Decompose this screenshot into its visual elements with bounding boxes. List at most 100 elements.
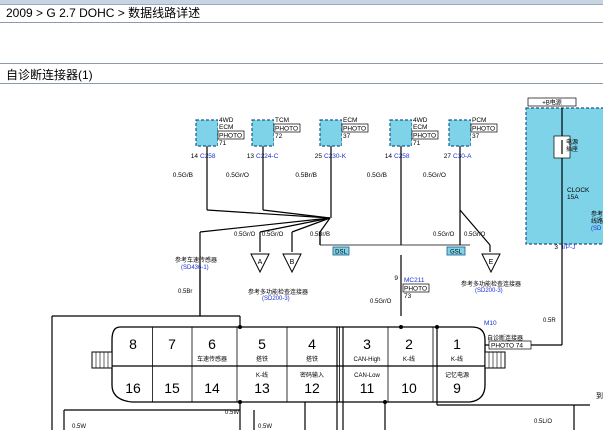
pin-label: K-线 (403, 355, 415, 363)
relay-label: 电源 (566, 138, 578, 146)
connector-id: C258 (394, 153, 410, 160)
connector-id: C30-A (453, 153, 472, 160)
power-label: +B电源 (542, 99, 562, 107)
pin-number: 11 (360, 380, 375, 396)
ref-text: 参考车速传感器 (175, 256, 217, 264)
pin-number: 15 (164, 380, 180, 396)
pin-number: 13 (247, 153, 255, 160)
pin-number: 14 (385, 153, 393, 160)
terminal-dot (399, 325, 403, 329)
pin-label: 记忆电源 (445, 371, 469, 379)
photo-label: PHOTO (472, 126, 495, 133)
module-box (195, 119, 219, 147)
pin-number: 1 (453, 336, 461, 352)
ref-code: (SD200-3) (475, 288, 503, 294)
photo-number: 71 (413, 140, 421, 147)
pin-label: CAN-High (353, 357, 380, 363)
pin-number: 5 (258, 336, 266, 352)
wire-spec: 0.5Br (178, 289, 192, 295)
pin-number: 10 (401, 380, 417, 396)
fuse-label: CLOCK (567, 187, 590, 194)
triangle-label: B (290, 259, 295, 266)
module-box (448, 119, 472, 147)
module-name: 4WD (219, 117, 234, 124)
ref-code: (SD200-3) (262, 296, 290, 302)
pin-number: 9 (453, 380, 461, 396)
photo-number: 72 (275, 133, 283, 140)
edge-text: 到 (596, 392, 603, 400)
ref-code: (SD (591, 226, 602, 232)
pin-number: 14 (191, 153, 199, 160)
pin-number: 3 (363, 336, 371, 352)
connector-id: C230-K (324, 153, 347, 160)
wire-spec: 0.5Gr/O (226, 172, 249, 179)
wire-spec: 0.5Br/B (295, 172, 317, 179)
pin-number: 25 (315, 153, 323, 160)
connector-id: C224-C (256, 153, 279, 160)
wire-spec: 0.5Gr/O (433, 232, 455, 238)
photo-label: PHOTO 74 (491, 343, 523, 350)
wire-spec: 0.5W (72, 424, 86, 430)
photo-number: 73 (404, 293, 412, 300)
splice-label: DSL (335, 250, 347, 256)
pin-label: 密码输入 (300, 371, 324, 379)
wire-spec: 0.5R (543, 318, 556, 324)
pin-number: 6 (208, 336, 216, 352)
photo-label: PHOTO (219, 133, 242, 140)
pin-label: K-线 (256, 371, 268, 379)
module-name: 4WD (413, 117, 428, 124)
wire-spec: 0.5Gr/O (262, 232, 284, 238)
module-box (251, 119, 275, 147)
diag-tab-left (91, 351, 113, 369)
connector-id: I/P-J (562, 244, 575, 251)
ref-code: (SD436-1) (181, 265, 209, 271)
module-name: TCM (275, 117, 289, 124)
photo-number: 71 (219, 140, 227, 147)
pin-number: 27 (444, 153, 452, 160)
wire-spec: 0.5Gr/O (464, 232, 486, 238)
splice-label: GSL (450, 250, 463, 256)
wire-spec: 0.5Gr/O (234, 232, 256, 238)
pin-number: 3 (554, 244, 558, 251)
module-name: ECM (343, 117, 357, 124)
pin-number: 12 (304, 380, 320, 396)
wiring-diagram: 4WDECMPHOTO7114 C2580.5G/BTCMPHOTO7213 C22… (51, 97, 603, 430)
connector-id: C258 (200, 153, 216, 160)
wire-spec: 0.5G/B (367, 172, 387, 179)
pin-label: K-线 (451, 355, 463, 363)
wire-spec: 0.5Gr/O (370, 299, 392, 305)
pin-label: 搭铁 (306, 355, 318, 363)
module-box (319, 119, 343, 147)
ref-text: 参考多功能检查连接器 (248, 288, 308, 296)
triangle-label: E (489, 259, 494, 266)
triangle-label: A (258, 259, 263, 266)
pin-label: 车速传感器 (197, 355, 227, 363)
pin-number: 9 (394, 275, 398, 282)
pin-label: CAN-Low (354, 373, 380, 379)
pin-number: 2 (405, 336, 413, 352)
wire-spec: 0.5W (258, 424, 272, 430)
pin-number: 16 (125, 380, 141, 396)
module-name: ECM (413, 124, 427, 131)
pin-number: 4 (308, 336, 316, 352)
wire-spec: 0.5W (225, 410, 239, 416)
module-name: ECM (219, 124, 233, 131)
wire-spec: 0.5G/B (173, 172, 193, 179)
diag-conn-id: M10 (484, 320, 497, 327)
photo-label: PHOTO (275, 126, 298, 133)
pin-number: 13 (254, 380, 270, 396)
module-box (389, 119, 413, 147)
pin-number: 8 (129, 336, 137, 352)
ref-text: 参考多功能检查连接器 (461, 280, 521, 288)
ref-text: 参考 (591, 210, 603, 218)
relay-label: 插座 (566, 145, 578, 153)
pin-number: 14 (204, 380, 220, 396)
wire (459, 209, 491, 246)
diag-tab-right (484, 351, 506, 369)
fuse-label: 15A (567, 194, 579, 201)
photo-label: PHOTO (413, 133, 436, 140)
photo-number: 37 (472, 133, 480, 140)
connector-id: MC211 (404, 277, 425, 284)
wire-spec: 0.5Gr/O (423, 172, 446, 179)
module-name: PCM (472, 117, 486, 124)
